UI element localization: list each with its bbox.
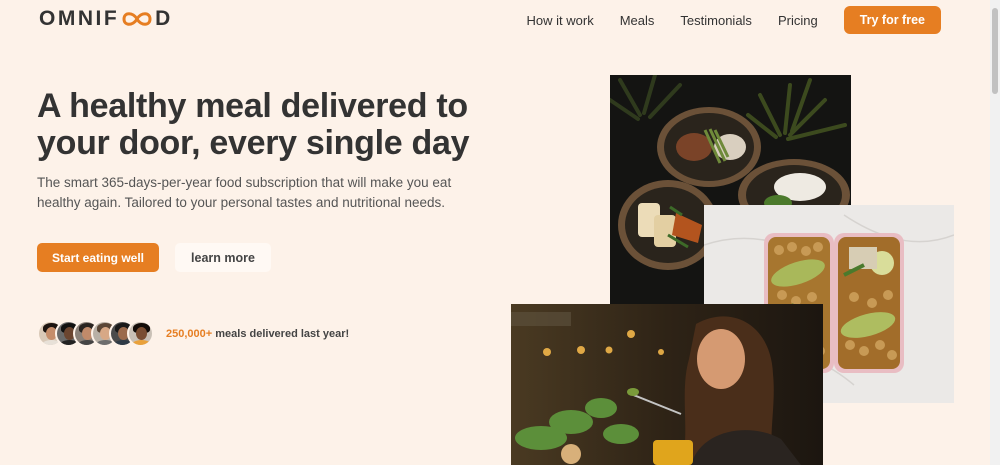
hero-image-woman-eating (511, 304, 823, 465)
brand-logo[interactable]: OMNIF D (39, 7, 173, 31)
site-header: OMNIF D How it work Meals Testimonials P… (0, 0, 990, 38)
main-nav: How it work Meals Testimonials Pricing T… (527, 6, 941, 34)
nav-how-it-works[interactable]: How it work (527, 13, 594, 28)
nav-testimonials[interactable]: Testimonials (680, 13, 752, 28)
hero-description: The smart 365-days-per-year food subscri… (37, 175, 452, 210)
page-scrollbar[interactable] (990, 0, 1000, 465)
nav-meals[interactable]: Meals (620, 13, 655, 28)
hero-title: A healthy meal delivered to your door, e… (37, 87, 470, 162)
logo-text-left: OMNIF (39, 7, 120, 30)
learn-more-button[interactable]: learn more (175, 243, 271, 272)
delivered-meals-section: 250,000+ meals delivered last year! (37, 320, 349, 347)
scrollbar-thumb[interactable] (992, 8, 998, 94)
meals-delivered-label: meals delivered last year! (212, 327, 350, 340)
nav-pricing[interactable]: Pricing (778, 13, 818, 28)
meals-delivered-text: 250,000+ meals delivered last year! (166, 328, 349, 340)
customer-avatar (127, 320, 154, 347)
start-eating-well-button[interactable]: Start eating well (37, 243, 159, 272)
try-for-free-button[interactable]: Try for free (843, 6, 941, 34)
infinity-icon (122, 12, 152, 26)
customer-avatars (37, 320, 154, 347)
logo-text-right: D (155, 7, 173, 30)
meals-delivered-count: 250,000+ (166, 327, 213, 340)
